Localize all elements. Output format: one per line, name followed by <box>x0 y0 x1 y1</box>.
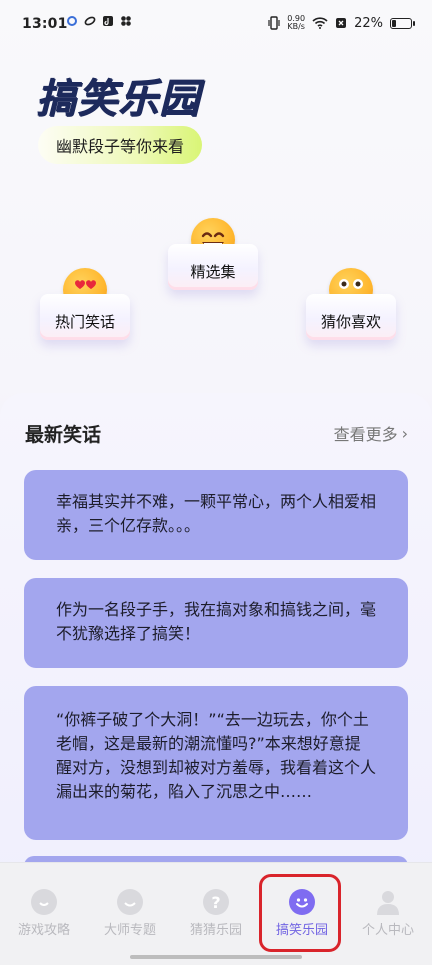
view-more-label: 查看更多 <box>333 425 398 444</box>
category-label: 精选集 <box>190 263 236 281</box>
chevron-right-icon: › <box>401 423 408 443</box>
game-guide-icon <box>31 889 57 915</box>
app-grid-icon <box>121 16 131 26</box>
tab-label: 大师专题 <box>103 923 156 938</box>
settings-gear-icon <box>67 16 77 26</box>
tab-master-topic[interactable]: 大师专题 <box>90 889 170 938</box>
tab-game-guide[interactable]: 游戏攻略 <box>4 889 84 938</box>
status-right: 0.90 KB/s 22% <box>268 15 415 31</box>
active-tab-highlight <box>259 874 341 952</box>
joke-card[interactable]: 幸福其实并不难，一颗平常心，两个人相爱相亲，三个亿存款。。。 <box>24 470 408 560</box>
joke-text: “你裤子破了个大洞！”“去一边玩去，你个土老帽，这是最新的潮流懂吗?”本来想好意… <box>56 710 377 801</box>
svg-text:?: ? <box>211 893 220 912</box>
category-hot-jokes[interactable]: 热门笑话 <box>40 268 130 344</box>
vibrate-icon <box>268 16 280 30</box>
sim-off-icon <box>336 18 347 28</box>
subtitle-text: 幽默段子等你来看 <box>56 137 185 156</box>
category-label-box: 热门笑话 <box>40 294 130 340</box>
tab-label: 游戏攻略 <box>17 923 70 938</box>
wifi-icon <box>312 17 328 29</box>
category-label-box: 猜你喜欢 <box>306 294 396 340</box>
person-icon <box>375 889 401 915</box>
net-speed: 0.90 KB/s <box>287 15 305 31</box>
question-icon: ? <box>203 889 229 915</box>
notification-icons <box>66 15 132 27</box>
tab-profile[interactable]: 个人中心 <box>348 889 428 938</box>
battery-icon <box>390 17 415 29</box>
category-label: 热门笑话 <box>54 313 115 331</box>
status-time: 13:01 <box>22 16 68 32</box>
tab-guess-park[interactable]: ? 猜猜乐园 <box>176 889 256 938</box>
subtitle-pill: 幽默段子等你来看 <box>38 126 203 164</box>
category-label: 猜你喜欢 <box>320 313 381 331</box>
home-indicator[interactable] <box>130 955 302 959</box>
category-label-box: 精选集 <box>168 244 258 290</box>
tiktok-icon <box>103 16 113 26</box>
app-link-icon <box>84 16 96 26</box>
joke-card[interactable]: “你裤子破了个大洞！”“去一边玩去，你个土老帽，这是最新的潮流懂吗?”本来想好意… <box>24 686 408 840</box>
section-title: 最新笑话 <box>25 424 102 446</box>
joke-text: 幸福其实并不难，一颗平常心，两个人相爱相亲，三个亿存款。。。 <box>56 492 377 535</box>
tab-label: 猜猜乐园 <box>189 923 242 938</box>
battery-percent: 22% <box>354 15 383 31</box>
bottom-tab-bar: 游戏攻略 大师专题 ? 猜猜乐园 搞笑乐园 个人中心 <box>0 862 432 965</box>
view-more-link[interactable]: 查看更多 › <box>334 421 408 445</box>
net-speed-unit: KB/s <box>287 22 305 31</box>
category-guess-you-like[interactable]: 猜你喜欢 <box>306 268 396 344</box>
master-topic-icon <box>117 889 143 915</box>
category-featured[interactable]: 精选集 <box>168 218 258 294</box>
joke-text: 作为一名段子手，我在搞对象和搞钱之间，毫不犹豫选择了搞笑！ <box>56 600 377 643</box>
status-bar: 13:01 0.90 KB/s 22% <box>0 0 432 52</box>
page-title: 搞笑乐园 <box>36 76 200 122</box>
tab-label: 个人中心 <box>361 923 414 938</box>
joke-card[interactable]: 作为一名段子手，我在搞对象和搞钱之间，毫不犹豫选择了搞笑！ <box>24 578 408 668</box>
